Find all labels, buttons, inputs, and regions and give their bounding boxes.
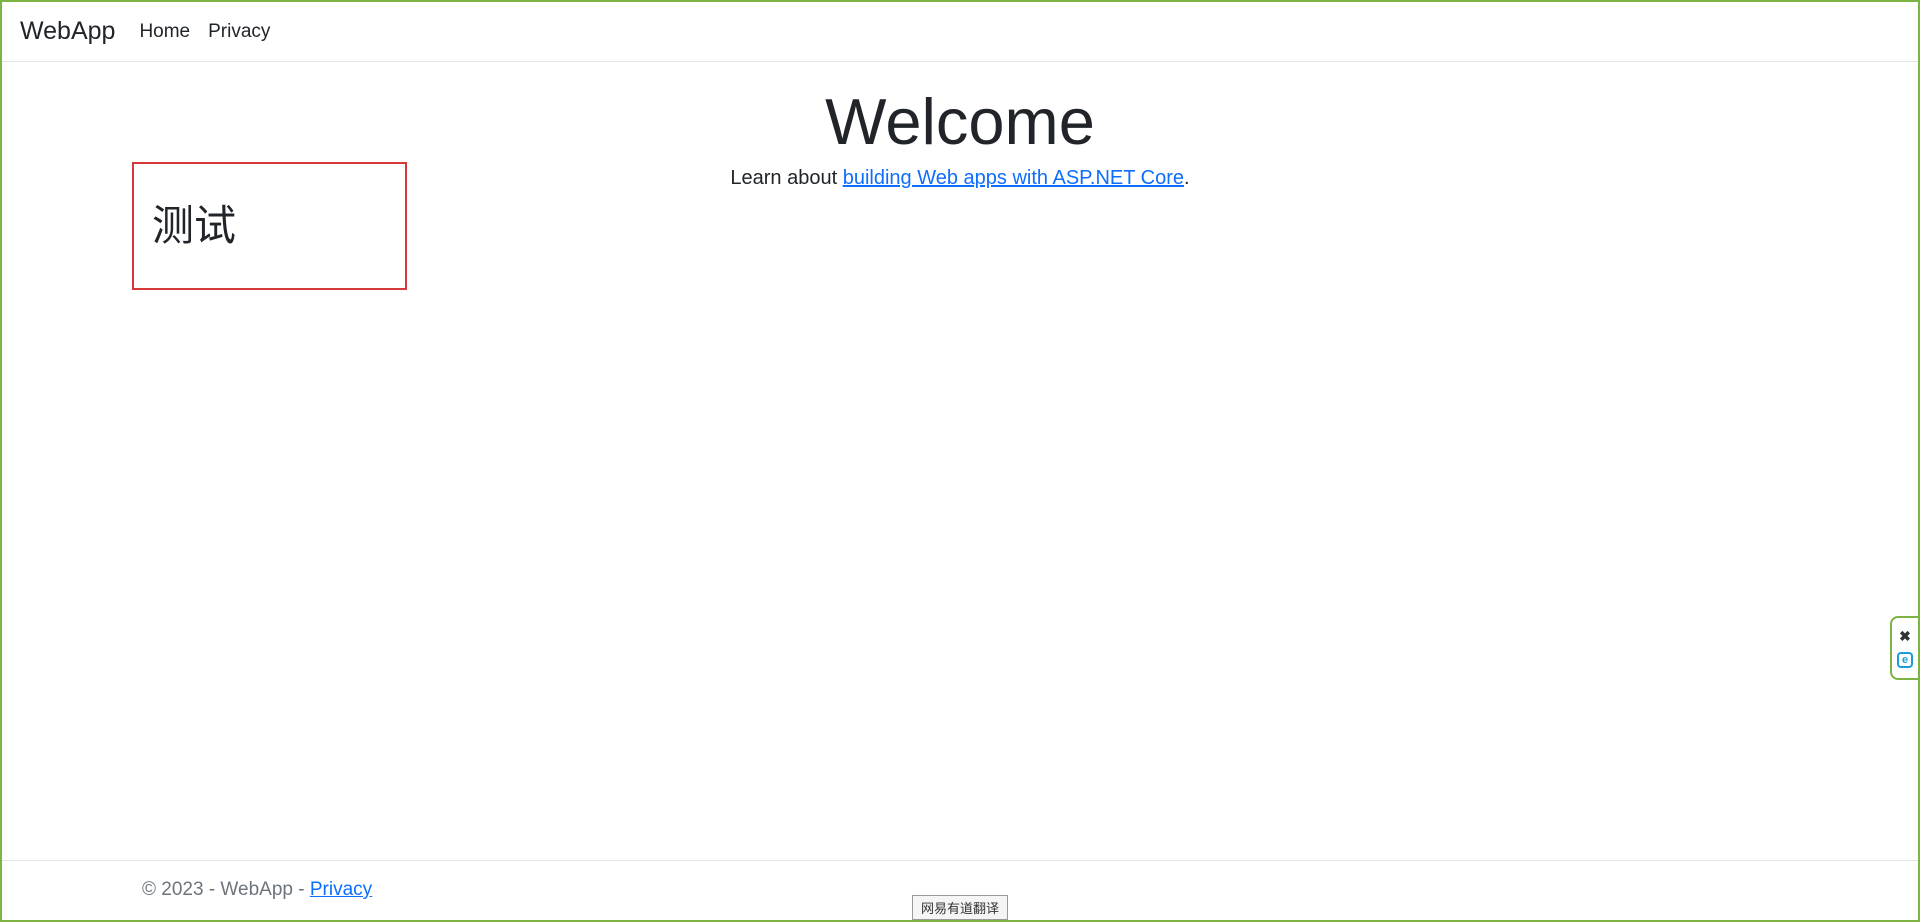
close-icon[interactable]: ✖: [1899, 628, 1911, 645]
footer-copyright: © 2023 - WebApp -: [142, 879, 310, 900]
nav-link-privacy[interactable]: Privacy: [208, 21, 270, 43]
navbar-brand[interactable]: WebApp: [20, 17, 115, 46]
nav-link-home[interactable]: Home: [139, 21, 190, 43]
navbar: WebApp Home Privacy: [2, 2, 1918, 62]
test-box-text: 测试: [152, 202, 236, 249]
footer-privacy-link[interactable]: Privacy: [310, 879, 372, 900]
main-content: Welcome Learn about building Web apps wi…: [2, 62, 1918, 860]
translate-popup[interactable]: 网易有道翻译: [912, 895, 1008, 920]
page-title: Welcome: [2, 84, 1918, 159]
test-box: 测试: [132, 162, 407, 290]
e-icon[interactable]: e: [1897, 652, 1913, 668]
side-widget: ✖ e: [1890, 616, 1918, 680]
subtitle-link[interactable]: building Web apps with ASP.NET Core: [843, 167, 1184, 189]
subtitle-suffix: .: [1184, 167, 1190, 189]
subtitle-prefix: Learn about: [730, 167, 842, 189]
translate-popup-label: 网易有道翻译: [921, 901, 999, 916]
